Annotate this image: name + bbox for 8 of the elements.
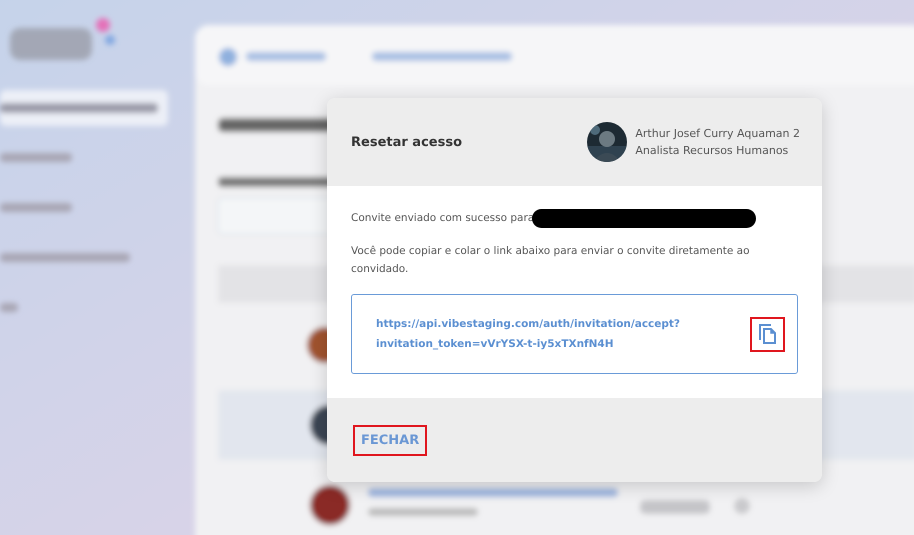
- invitation-link[interactable]: https://api.vibestaging.com/auth/invitation/accept? invitation_token=vVrYSX-t-iy5xTXnfN4H: [376, 314, 680, 354]
- copy-icon: [758, 323, 778, 345]
- close-button[interactable]: FECHAR: [353, 424, 428, 456]
- user-name: Arthur Josef Curry Aquaman 2: [635, 127, 800, 140]
- user-role: Analista Recursos Humanos: [635, 144, 790, 157]
- copy-button[interactable]: [750, 316, 785, 352]
- instructions-text: Você pode copiar e colar o link abaixo para enviar o convite diretamente ao convidado.: [351, 244, 751, 277]
- dialog-title: Resetar acesso: [351, 134, 462, 150]
